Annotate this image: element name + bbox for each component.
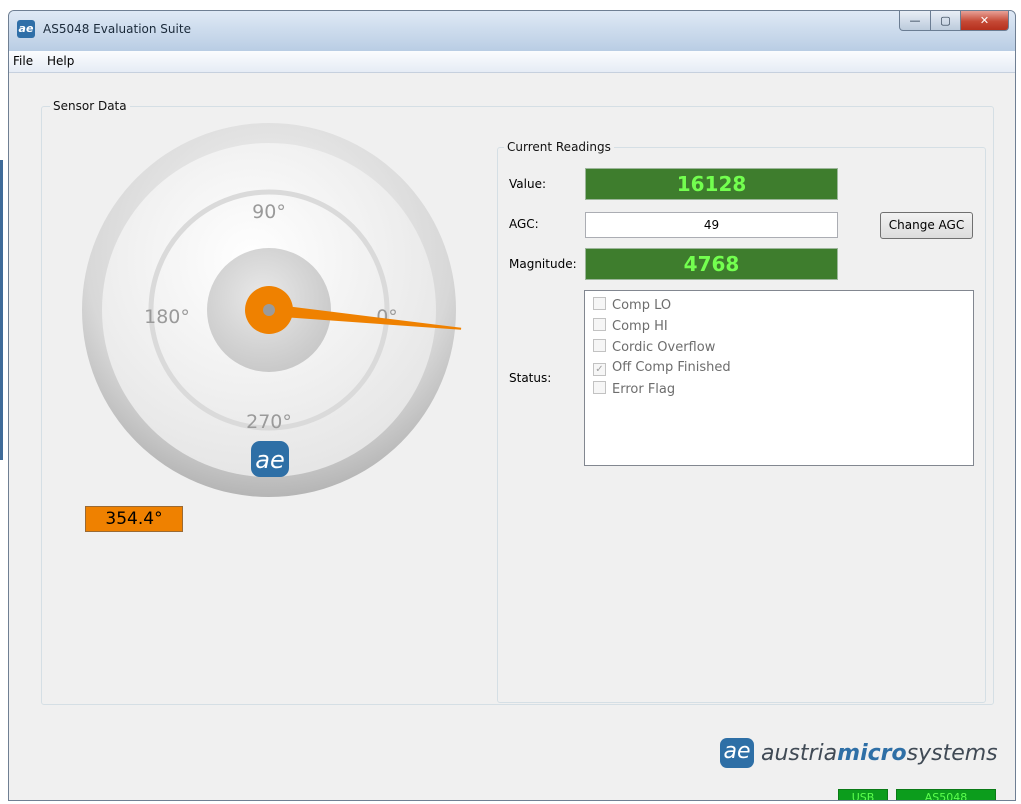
menu-bar: File Help (9, 51, 1015, 73)
background-window-edge (0, 160, 3, 460)
dial-label-90: 90° (252, 201, 286, 223)
agc-field[interactable]: 49 (585, 212, 838, 238)
window-controls: — ▢ ✕ (899, 11, 1009, 33)
checkbox-icon (593, 339, 606, 352)
status-item-off-comp-finished[interactable]: ✓ Off Comp Finished (593, 360, 731, 376)
status-list: Comp LO Comp HI Cordic Overflow ✓ Off Com… (584, 290, 974, 466)
minimize-button[interactable]: — (899, 11, 931, 31)
app-window: ae AS5048 Evaluation Suite — ▢ ✕ File He… (8, 10, 1016, 801)
window-title: AS5048 Evaluation Suite (43, 22, 191, 36)
dial-label-180: 180° (144, 306, 190, 328)
value-label: Value: (509, 177, 546, 191)
current-readings-title: Current Readings (504, 140, 614, 154)
agc-label: AGC: (509, 217, 539, 231)
status-item-cordic-overflow[interactable]: Cordic Overflow (593, 339, 715, 355)
change-agc-button[interactable]: Change AGC (880, 212, 973, 239)
sensor-data-title: Sensor Data (50, 99, 130, 113)
menu-help[interactable]: Help (47, 54, 74, 68)
app-icon: ae (17, 20, 35, 38)
magnitude-display: 4768 (585, 248, 838, 280)
value-display: 16128 (585, 168, 838, 200)
usb-status-indicator: USB (838, 789, 888, 800)
maximize-button[interactable]: ▢ (931, 11, 961, 31)
angle-dial: 90° 180° 0° 270° ae (82, 123, 462, 497)
dial-needle-pin (263, 304, 275, 316)
dial-logo-text: ae (255, 446, 284, 474)
checkbox-icon (593, 297, 606, 310)
checkbox-icon (593, 318, 606, 331)
austriamicrosystems-logo-icon: ae (720, 738, 754, 768)
status-label: Status: (509, 371, 552, 385)
status-item-comp-lo[interactable]: Comp LO (593, 297, 671, 313)
title-bar[interactable]: ae AS5048 Evaluation Suite — ▢ ✕ (9, 11, 1015, 51)
menu-file[interactable]: File (13, 54, 33, 68)
checkbox-checked-icon: ✓ (593, 363, 606, 376)
dial-label-270: 270° (246, 411, 292, 433)
checkbox-icon (593, 381, 606, 394)
device-status-indicator: AS5048 (896, 789, 996, 800)
brand-name: austriamicrosystems (761, 741, 998, 766)
client-area: Sensor Data 90° 180° 0° 270° ae 354.4° C… (9, 73, 1015, 800)
angle-readout: 354.4° (85, 506, 183, 532)
magnitude-label: Magnitude: (509, 257, 577, 271)
close-button[interactable]: ✕ (961, 11, 1009, 31)
status-item-comp-hi[interactable]: Comp HI (593, 318, 668, 334)
status-item-error-flag[interactable]: Error Flag (593, 381, 675, 397)
